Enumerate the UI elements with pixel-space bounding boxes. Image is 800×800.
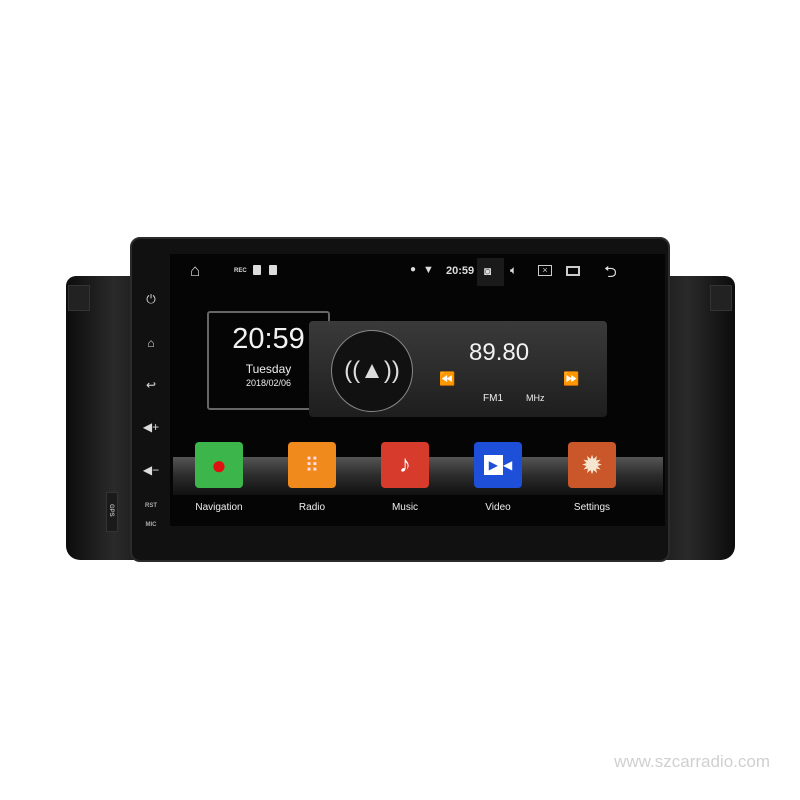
status-time: 20:59 [446, 265, 475, 277]
reset-button[interactable]: RST [140, 503, 162, 509]
app-navigation[interactable]: ● Navigation [184, 442, 254, 513]
sd-card-icon [269, 265, 277, 275]
radio-unit: MHz [526, 393, 545, 403]
power-icon[interactable]: ⏻ [140, 292, 162, 307]
app-music[interactable]: ♪ Music [370, 442, 440, 513]
volume-icon[interactable]: 🔈︎ [510, 263, 517, 278]
radio-frequency: 89.80 [469, 339, 530, 366]
screenshot-button[interactable]: ◙ [477, 258, 504, 286]
app-settings[interactable]: ✹ Settings [557, 442, 627, 513]
radio-antenna-icon: ((▲)) [331, 330, 413, 412]
radio-widget[interactable]: ((▲)) 89.80 ⏪ ⏩ FM1 MHz [309, 321, 607, 417]
map-pin-icon: ● [195, 442, 243, 488]
mount-tab-left [68, 285, 90, 311]
wifi-icon: ▼ [423, 264, 434, 276]
home-icon[interactable]: ⌂ [190, 261, 200, 281]
mount-tab-right [710, 285, 732, 311]
recent-apps-icon[interactable] [566, 266, 580, 276]
seek-forward-button[interactable]: ⏩ [563, 371, 579, 387]
close-box-icon[interactable]: × [538, 265, 552, 276]
camera-icon: ◙ [484, 264, 492, 278]
back-icon[interactable]: ⮌ [604, 261, 617, 288]
volume-up-icon[interactable]: ◀+ [140, 420, 162, 434]
sd-card-icon [253, 265, 261, 275]
app-video[interactable]: ▶ ◀ Video [463, 442, 533, 513]
music-note-icon: ♪ [381, 442, 429, 488]
radio-icon: ⠿ [288, 442, 336, 488]
app-radio[interactable]: ⠿ Radio [277, 442, 347, 513]
seek-back-button[interactable]: ⏪ [439, 371, 455, 387]
home-icon[interactable]: ⌂ [140, 336, 162, 350]
video-camera-icon: ▶ ◀ [474, 442, 522, 488]
radio-band: FM1 [483, 393, 503, 404]
watermark: www.szcarradio.com [614, 752, 770, 771]
rec-icon: REC [234, 268, 247, 274]
gear-icon: ✹ [568, 442, 616, 488]
mic-label: MIC [145, 522, 157, 528]
location-icon: ● [410, 264, 417, 275]
back-icon[interactable]: ↩ [140, 378, 162, 392]
gps-slot: GPS [106, 492, 118, 532]
volume-down-icon[interactable]: ◀− [140, 463, 162, 477]
